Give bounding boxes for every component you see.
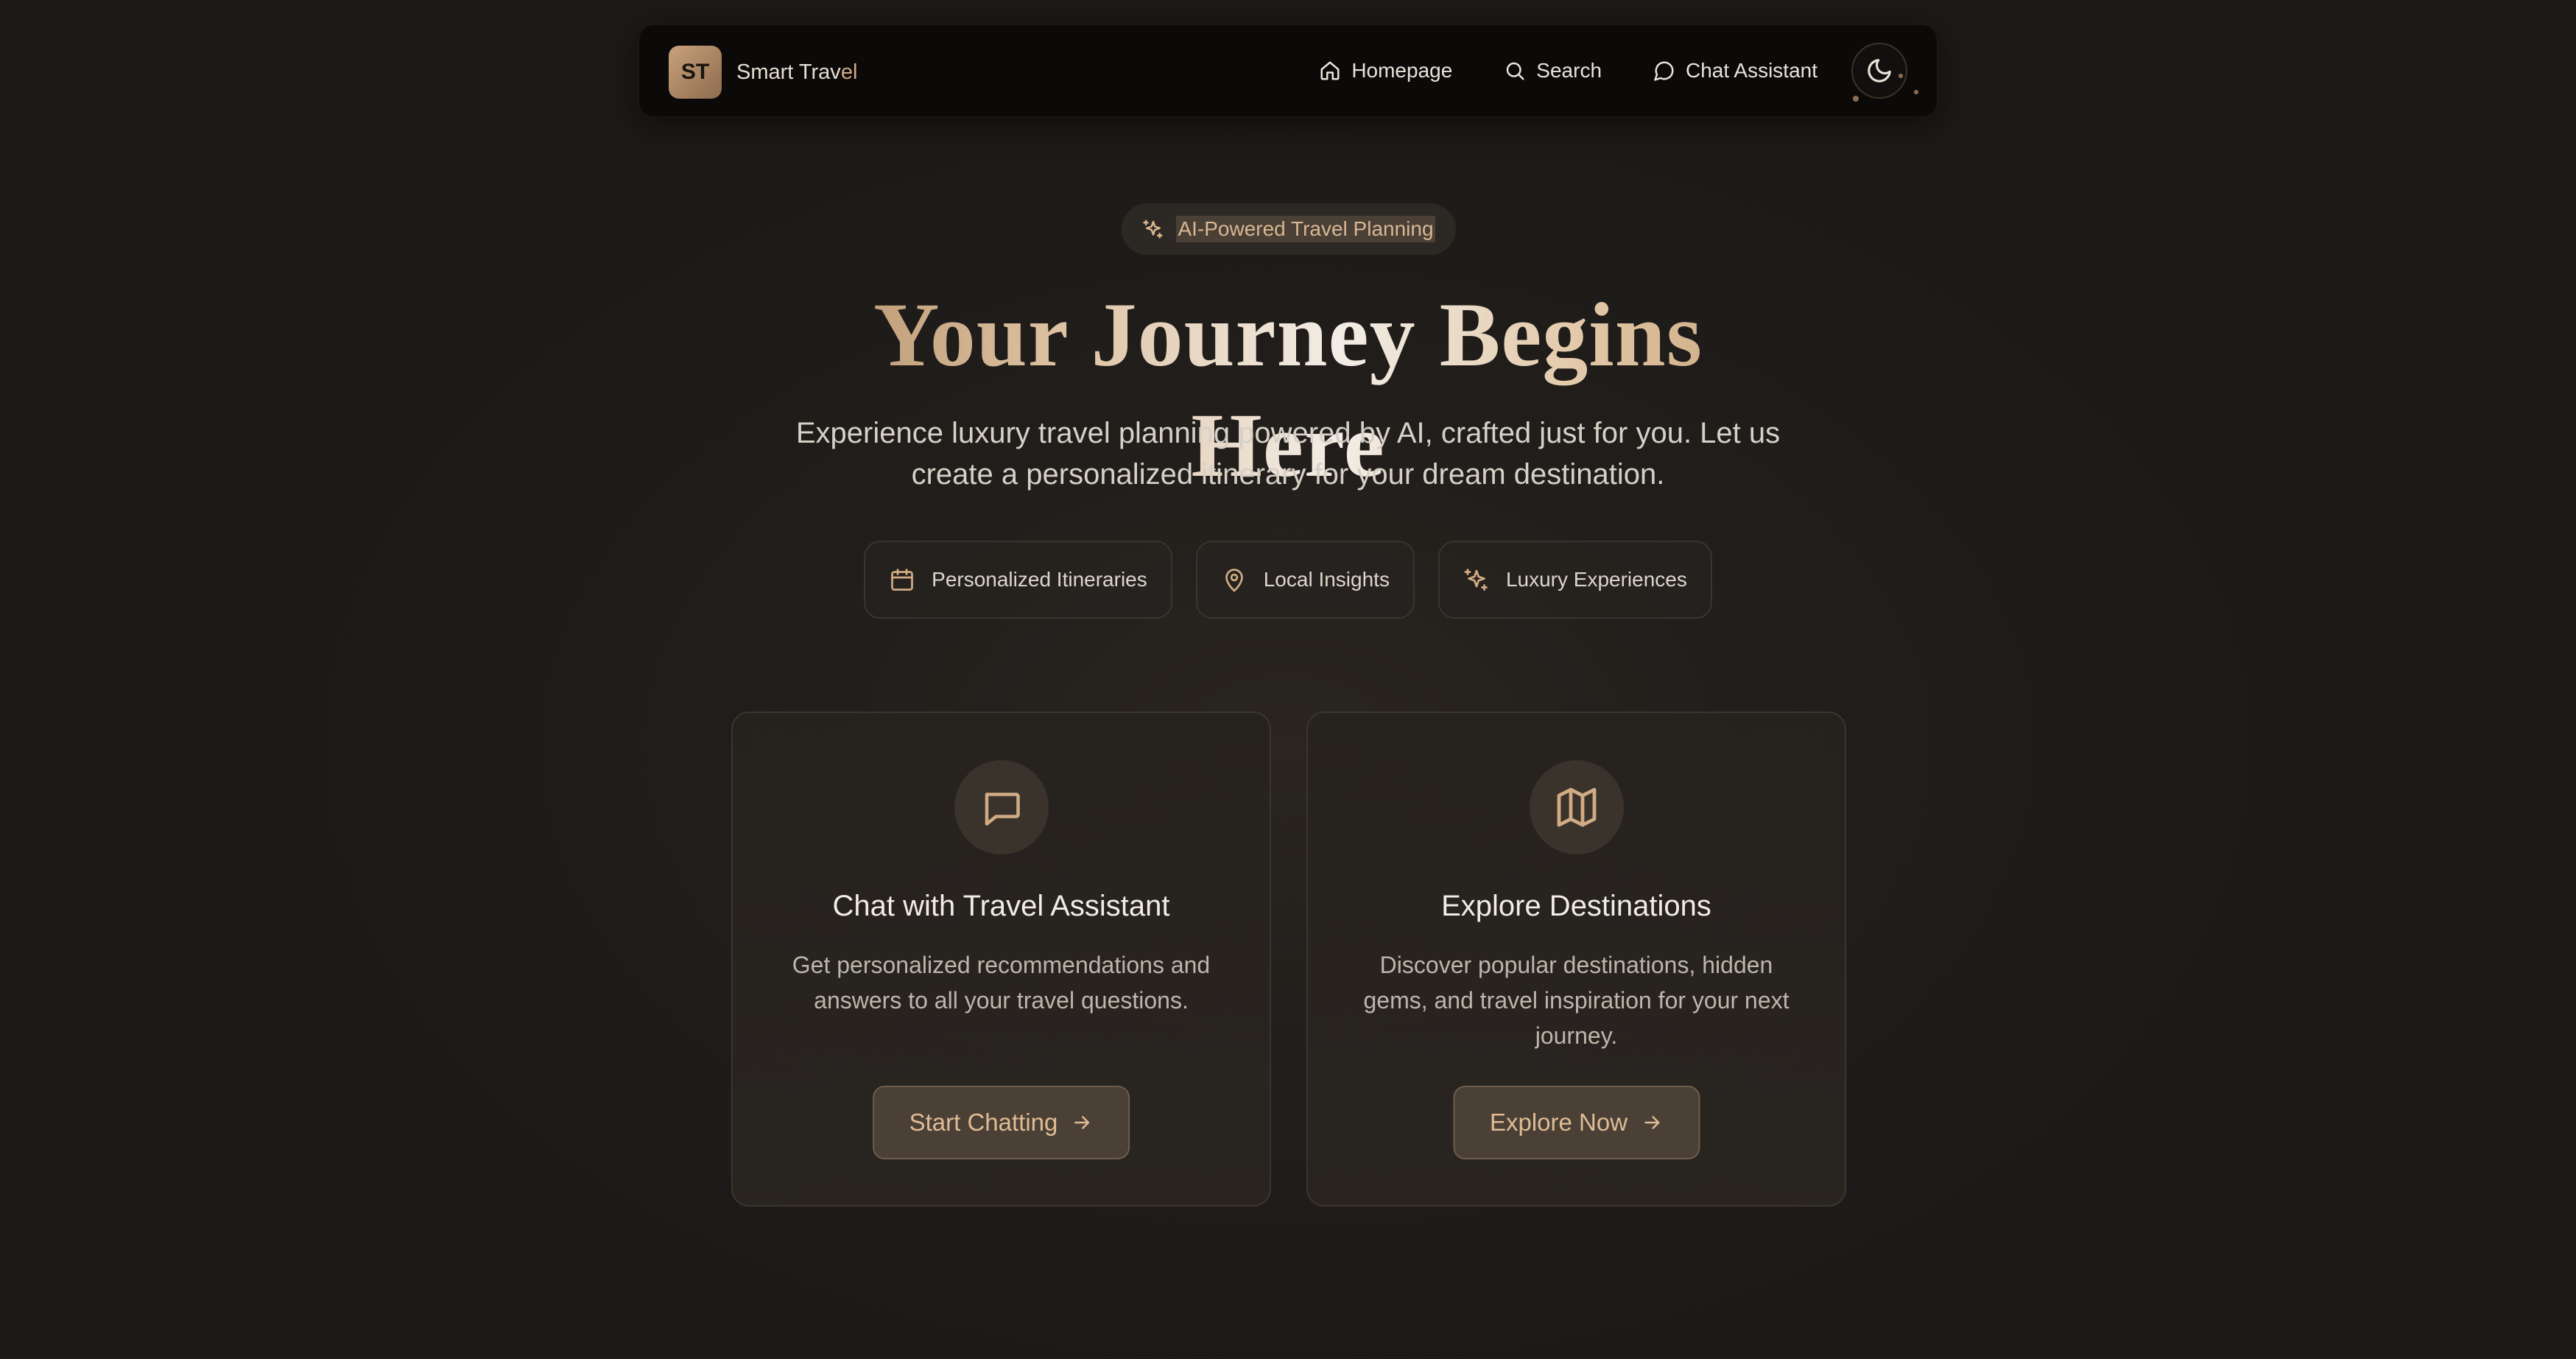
theme-toggle-button[interactable] [1851, 43, 1907, 99]
hero-subtitle-line: Experience luxury travel planning powere… [795, 417, 1781, 449]
button-label: Start Chatting [909, 1109, 1058, 1136]
card-title: Chat with Travel Assistant [832, 890, 1170, 922]
chat-bubble-icon [985, 793, 1020, 826]
card-icon-circle [1529, 760, 1624, 854]
nav-link-label: Chat Assistant [1686, 59, 1817, 82]
explore-now-button[interactable]: Explore Now [1452, 1086, 1700, 1159]
nav-link-label: Homepage [1351, 59, 1453, 82]
map-icon [1557, 787, 1596, 827]
hero-subtitle-line: create a personalized itinerary for your… [911, 458, 1665, 491]
arrow-right-icon [1644, 1116, 1660, 1129]
explore-card: Explore Destinations Discover popular de… [1306, 712, 1846, 1207]
button-label: Explore Now [1489, 1109, 1628, 1136]
ai-powered-badge: AI-Powered Travel Planning [1122, 203, 1456, 255]
feature-chip-label: Local Insights [1263, 568, 1390, 591]
chat-bubble-icon [1654, 61, 1674, 81]
nav-links: Homepage Search Chat Assistant [1267, 25, 1817, 116]
feature-chips: Personalized Itineraries Local Insights … [0, 541, 2576, 619]
brand-name-accent: el [840, 60, 858, 84]
chat-card: Chat with Travel Assistant Get personali… [731, 712, 1271, 1207]
feature-chip-label: Personalized Itineraries [932, 568, 1147, 591]
nav-link-chat-assistant[interactable]: Chat Assistant [1653, 59, 1817, 82]
calendar-icon [891, 569, 913, 591]
feature-chip-local-insights: Local Insights [1195, 541, 1415, 619]
brand-name-main: Smart Trav [736, 60, 841, 84]
card-description: Get personalized recommendations and ans… [792, 952, 1211, 1014]
top-navbar: ST Smart Travel Homepage Search Chat Ass… [638, 24, 1938, 118]
home-icon [1320, 61, 1340, 80]
nav-link-homepage[interactable]: Homepage [1319, 59, 1452, 82]
logo-badge[interactable]: ST [669, 46, 722, 99]
nav-link-search[interactable]: Search [1504, 59, 1602, 82]
card-description: Discover popular destinations, hidden ge… [1363, 952, 1790, 1049]
sparkles-icon [1143, 220, 1163, 239]
decorative-dot [1898, 74, 1903, 78]
moon-icon [1868, 59, 1891, 82]
start-chatting-button[interactable]: Start Chatting [872, 1086, 1130, 1159]
arrow-right-icon [1074, 1116, 1090, 1129]
map-pin-icon [1225, 569, 1243, 592]
brand-name[interactable]: Smart Travel [736, 60, 857, 85]
decorative-dot [1914, 90, 1918, 94]
search-icon [1507, 62, 1524, 80]
card-icon-circle [954, 760, 1049, 854]
feature-chip-itineraries: Personalized Itineraries [864, 541, 1172, 619]
nav-link-label: Search [1536, 59, 1602, 82]
badge-label: AI-Powered Travel Planning [1176, 216, 1435, 242]
feature-chip-luxury: Luxury Experiences [1437, 541, 1712, 619]
feature-chip-label: Luxury Experiences [1505, 568, 1687, 591]
decorative-dot [1853, 96, 1859, 102]
sparkles-icon [1464, 569, 1488, 591]
brand[interactable]: ST Smart Travel [669, 46, 857, 99]
card-title: Explore Destinations [1441, 890, 1711, 922]
hero-subtitle: Experience luxury travel planning powere… [773, 412, 1803, 495]
